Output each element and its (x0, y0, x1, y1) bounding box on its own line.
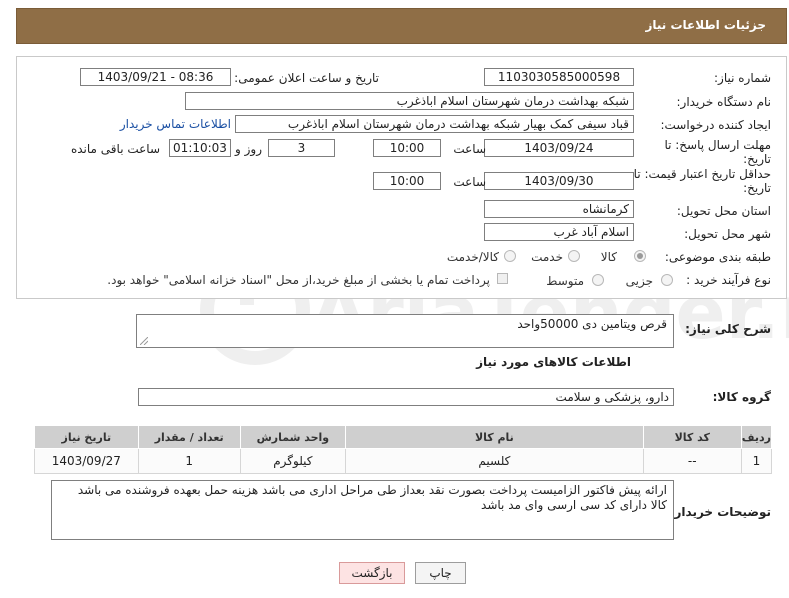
province-field: کرمانشاه (484, 200, 634, 218)
days-field: 3 (268, 139, 335, 157)
deadline-label: مهلت ارسال پاسخ: تا (664, 138, 771, 152)
description-textarea[interactable]: قرص ویتامین دی 50000واحد (136, 314, 674, 348)
goods-table: ردیف کد کالا نام کالا واحد شمارش تعداد /… (34, 425, 773, 474)
goods-group-label: گروه کالا: (712, 390, 771, 404)
col-unit-header: واحد شمارش (239, 425, 347, 449)
category-service-label: خدمت (531, 250, 563, 264)
validity-label: حداقل تاریخ اعتبار قیمت: تا (633, 167, 771, 181)
cell-qty: 1 (137, 448, 241, 474)
need-number-field: 1103030585000598 (484, 68, 634, 86)
category-goods-service-radio[interactable] (504, 250, 516, 262)
process-medium-radio[interactable] (592, 274, 604, 286)
buyer-notes-text: ارائه پیش فاکتور الزامیست پرداخت بصورت ن… (77, 483, 667, 512)
validity-time-field: 10:00 (373, 172, 441, 190)
process-partial-radio[interactable] (661, 274, 673, 286)
buyer-notes-label: توضیحات خریدار: (669, 505, 771, 519)
col-date-header: تاریخ نیاز (34, 425, 139, 449)
deadline-time-label: ساعت (453, 142, 486, 156)
back-button[interactable]: بازگشت (339, 562, 405, 584)
deadline-date-field: 1403/09/24 (484, 139, 634, 157)
announce-date-field: 1403/09/21 - 08:36 (80, 68, 231, 86)
days-label: روز و (235, 142, 262, 156)
category-goods-radio[interactable] (634, 250, 646, 262)
cell-code: -- (642, 448, 742, 474)
print-button[interactable]: چاپ (415, 562, 466, 584)
requester-field: قباد سیفی کمک بهیار شبکه بهداشت درمان شه… (235, 115, 634, 133)
category-goods-label: کالا (600, 250, 617, 264)
process-medium-label: متوسط (546, 274, 584, 288)
cell-date: 1403/09/27 (34, 448, 139, 474)
treasury-payment-checkbox[interactable] (497, 273, 508, 284)
validity-date-field: 1403/09/30 (484, 172, 634, 190)
description-label: شرح کلی نیاز: (685, 322, 771, 336)
goods-info-title: اطلاعات کالاهای مورد نیاز (476, 355, 631, 369)
treasury-payment-note: پرداخت تمام یا بخشی از مبلغ خرید،از محل … (107, 273, 490, 287)
validity-date-label: تاریخ: (743, 181, 771, 195)
buyer-notes-textarea[interactable]: ارائه پیش فاکتور الزامیست پرداخت بصورت ن… (51, 480, 674, 540)
process-type-label: نوع فرآیند خرید : (686, 273, 771, 287)
table-row: 1 -- کلسیم کیلوگرم 1 1403/09/27 (34, 448, 773, 474)
deadline-date-label: تاریخ: (743, 152, 771, 166)
cell-name: کلسیم (345, 448, 644, 474)
cell-row: 1 (740, 448, 773, 474)
category-goods-service-label: کالا/خدمت (446, 250, 499, 264)
process-partial-label: جزیی (625, 274, 653, 288)
buyer-org-label: نام دستگاه خریدار: (676, 95, 772, 109)
remaining-time-field: 01:10:03 (169, 139, 231, 157)
page-header: جزئیات اطلاعات نیاز (16, 8, 787, 44)
category-label: طبقه بندی موضوعی: (664, 250, 771, 264)
category-service-radio[interactable] (568, 250, 580, 262)
col-row-header: ردیف (740, 425, 773, 449)
page-title: جزئیات اطلاعات نیاز (645, 18, 766, 32)
col-name-header: نام کالا (345, 425, 644, 449)
table-header-row: ردیف کد کالا نام کالا واحد شمارش تعداد /… (34, 425, 773, 449)
remaining-time-label: ساعت باقی مانده (70, 142, 160, 156)
requester-label: ایجاد کننده درخواست: (660, 118, 771, 132)
cell-unit: کیلوگرم (239, 448, 347, 474)
resize-grip-icon (140, 337, 148, 345)
goods-group-field: دارو، پزشکی و سلامت (138, 388, 674, 406)
buyer-org-field: شبکه بهداشت درمان شهرستان اسلام اباذغرب (185, 92, 634, 110)
need-number-label: شماره نیاز: (714, 71, 771, 85)
col-qty-header: تعداد / مقدار (137, 425, 241, 449)
description-text: قرص ویتامین دی 50000واحد (517, 317, 667, 331)
deadline-time-field: 10:00 (373, 139, 441, 157)
buyer-contact-link[interactable]: اطلاعات تماس خریدار (120, 117, 231, 131)
province-label: استان محل تحویل: (676, 204, 771, 218)
col-code-header: کد کالا (642, 425, 742, 449)
city-label: شهر محل تحویل: (684, 227, 771, 241)
validity-time-label: ساعت (453, 175, 486, 189)
announce-date-label: تاریخ و ساعت اعلان عمومی: (234, 71, 379, 85)
city-field: اسلام آباد غرب (484, 223, 634, 241)
